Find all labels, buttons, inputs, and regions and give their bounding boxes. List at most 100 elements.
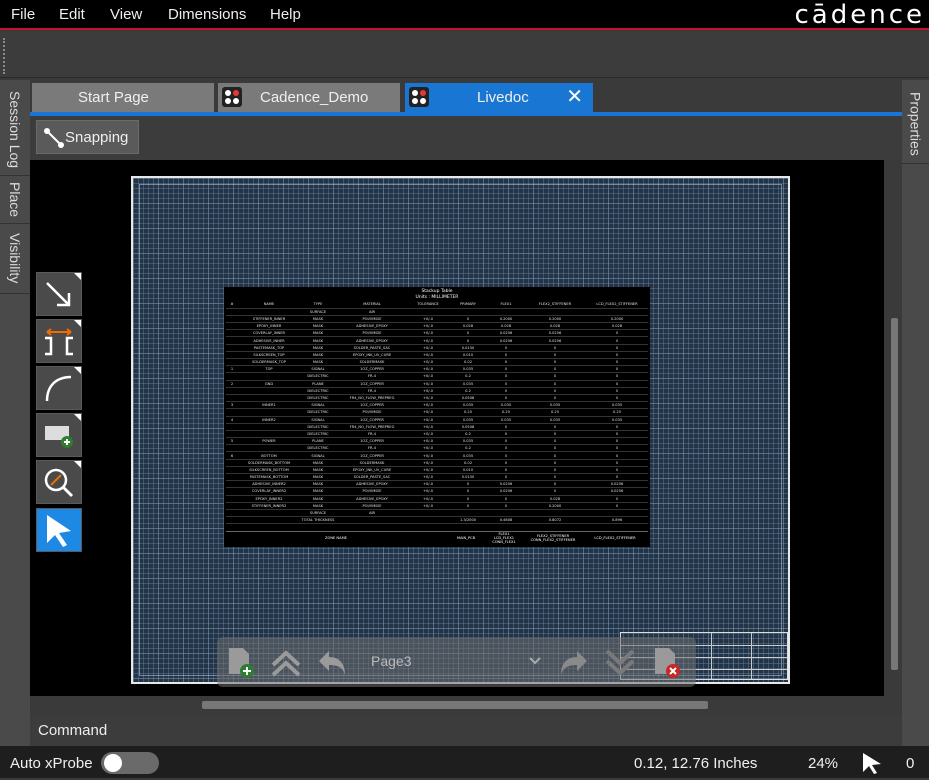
snapping-button[interactable]: Snapping [36, 120, 139, 154]
menu-file[interactable]: File [11, 6, 35, 23]
table-cell: 0.028 [586, 322, 648, 331]
table-cell: INNER1 [238, 401, 300, 410]
table-cell: 0.0256 [586, 480, 648, 489]
table-cell [336, 516, 408, 525]
dimension-tool[interactable] [36, 319, 82, 363]
table-cell: 0 [586, 358, 648, 367]
table-cell: +0/-0 [408, 466, 448, 475]
first-page-button[interactable] [269, 645, 303, 679]
table-cell [586, 308, 648, 316]
add-view-tool[interactable] [36, 413, 82, 457]
menu-dimensions[interactable]: Dimensions [168, 6, 246, 23]
table-cell [448, 509, 488, 518]
last-page-button[interactable] [603, 645, 637, 679]
add-page-button[interactable] [223, 645, 257, 679]
table-cell: MASK [300, 487, 336, 496]
table-cell: SOLDER_PASTE_SAC [336, 473, 408, 482]
stackup-header-cell: LCD_FLEX2_STIFFENER [586, 301, 648, 309]
table-cell [226, 351, 238, 360]
menu-edit[interactable]: Edit [59, 6, 85, 23]
table-cell: 0.0256 [488, 336, 524, 345]
next-page-button[interactable] [557, 645, 591, 679]
table-cell: 0 [488, 437, 524, 446]
table-cell [238, 516, 300, 525]
table-cell [226, 329, 238, 338]
table-cell: AIR [336, 509, 408, 518]
table-cell: MASK [300, 502, 336, 510]
command-panel[interactable]: Command [30, 716, 902, 746]
table-cell: 0 [586, 423, 648, 431]
table-row: SILKSCREEN_BOTTOM MASK EPOXY_INK_UV_CURE +0… [226, 466, 648, 475]
stackup-header-cell: TYPE [300, 301, 336, 309]
tab-livedoc[interactable]: Livedoc ✕ [405, 83, 593, 112]
table-cell: 0 [524, 372, 586, 381]
table-cell: 0 [488, 387, 524, 395]
zoom-tool[interactable] [36, 460, 82, 504]
close-icon[interactable]: ✕ [566, 87, 583, 107]
table-cell: STIFFENER_INNER2 [238, 502, 300, 510]
table-cell [226, 372, 238, 381]
table-cell: 0.010 [448, 351, 488, 360]
drawing-canvas[interactable]: Stackup Table Units : MILLIMETER # NAME TY… [30, 160, 884, 696]
table-cell: +0/-0 [408, 329, 448, 338]
stackup-header-cell: FLEX1 [488, 301, 524, 309]
table-cell: 0 [524, 358, 586, 367]
table-cell: 0.2 [448, 430, 488, 439]
arc-tool[interactable] [36, 366, 82, 410]
tab-start-page[interactable]: Start Page [32, 83, 214, 112]
tab-properties[interactable]: Properties [902, 84, 929, 164]
table-cell: 0.035 [448, 401, 488, 410]
table-cell [238, 387, 300, 395]
delete-page-button[interactable] [649, 645, 683, 679]
table-cell [226, 315, 238, 324]
table-cell: PLANE [300, 380, 336, 388]
page-select[interactable]: Page3 [361, 649, 547, 675]
tab-visibility[interactable]: Visibility [0, 224, 30, 294]
stackup-table[interactable]: Stackup Table Units : MILLIMETER # NAME TY… [224, 287, 650, 547]
table-cell: 0.0256 [488, 480, 524, 489]
previous-page-button[interactable] [315, 645, 349, 679]
table-cell: 0 [586, 336, 648, 345]
sub-toolbar: Snapping [30, 116, 902, 160]
table-cell: COVERLAY_INNER [238, 329, 300, 338]
table-cell: 0.8072 [524, 516, 586, 525]
vertical-scrollbar[interactable] [888, 160, 902, 696]
table-cell: 0.2 [448, 444, 488, 453]
stackup-body: SURFACE AIR STIFFENER_INNER MASK POLYIMIDE +0… [226, 308, 648, 525]
table-cell: MASK [300, 473, 336, 482]
snapping-label: Snapping [65, 129, 129, 146]
table-cell: BOTTOM [238, 451, 300, 460]
table-cell: 0 [524, 451, 586, 460]
auto-xprobe-toggle[interactable] [101, 752, 159, 774]
table-cell: POLYIMIDE [336, 502, 408, 510]
menu-view[interactable]: View [110, 6, 142, 23]
table-cell: 0.896 [586, 516, 648, 525]
brand-logo: cādence [794, 0, 925, 30]
zoom-level: 24% [808, 755, 839, 772]
table-cell: 0 [586, 372, 648, 381]
draw-line-tool[interactable] [36, 272, 82, 316]
tab-session-log[interactable]: Session Log [0, 84, 30, 176]
table-cell: STIFFENER_INNER [238, 315, 300, 324]
table-cell: FR-4 [336, 387, 408, 395]
select-tool[interactable] [36, 508, 82, 552]
table-cell [238, 509, 300, 518]
table-cell: 0.02 [448, 358, 488, 367]
toolbar-grip[interactable] [3, 38, 5, 74]
table-cell: 0.0256 [586, 487, 648, 496]
stackup-header-row: # NAME TYPE MATERIAL TOLERANCE PRIMARY FLEX1 FL… [226, 301, 648, 309]
table-cell: 0 [488, 502, 524, 510]
table-cell: +0/-0 [408, 459, 448, 467]
redo-arrow-icon [561, 651, 587, 675]
tab-place[interactable]: Place [0, 176, 30, 224]
horizontal-scroll-thumb[interactable] [202, 701, 708, 709]
table-cell: 1OZ_COPPER [336, 380, 408, 388]
table-cell: 0.028 [524, 322, 586, 331]
table-cell: EPOXY_INNER [238, 322, 300, 331]
table-cell: 0.0256 [524, 329, 586, 338]
vertical-scroll-thumb[interactable] [891, 318, 898, 670]
horizontal-scrollbar[interactable] [30, 696, 888, 716]
menu-help[interactable]: Help [270, 6, 301, 23]
tab-cadence-demo[interactable]: Cadence_Demo [218, 83, 400, 112]
table-cell: MASK [300, 480, 336, 489]
